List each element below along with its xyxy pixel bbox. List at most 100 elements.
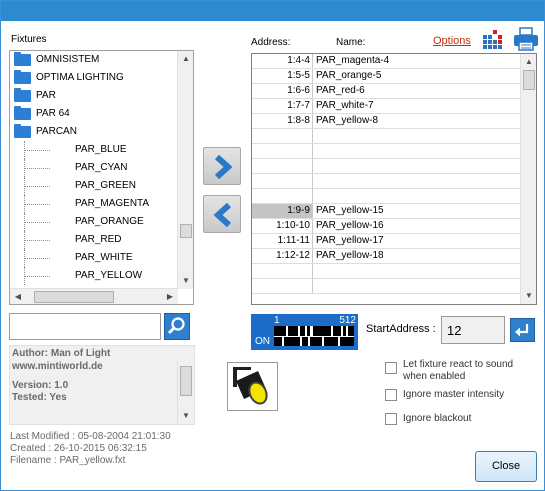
scroll-left-arrow-icon[interactable]: ◀ — [10, 289, 26, 305]
tree-horizontal-scrollbar[interactable]: ◀ ▶ — [10, 288, 178, 304]
scroll-right-arrow-icon[interactable]: ▶ — [162, 289, 178, 305]
address-table-row[interactable]: 1:9-9 PAR_yellow-15 — [252, 204, 520, 219]
start-address-input[interactable] — [441, 316, 505, 344]
address-table-row[interactable]: 1:7-7 PAR_white-7 — [252, 99, 520, 114]
address-cell: 1:4-4 — [252, 54, 313, 68]
tested-text: Tested: Yes — [12, 392, 67, 403]
address-cell: 1:8-8 — [252, 114, 313, 128]
tree-fixture-label: PAR_GREEN — [75, 180, 136, 191]
address-table-row[interactable] — [252, 189, 520, 204]
address-table-row[interactable]: 1:4-4 PAR_magenta-4 — [252, 54, 520, 69]
tree-folder-item[interactable]: PARCAN — [10, 123, 178, 141]
name-cell: PAR_yellow-15 — [316, 205, 384, 216]
address-cell — [252, 279, 313, 293]
scroll-up-arrow-icon[interactable]: ▲ — [178, 51, 194, 67]
dmx-on-label: ON — [255, 336, 270, 347]
scroll-up-arrow-icon[interactable]: ▲ — [521, 54, 537, 70]
dmx-end-label: 512 — [339, 315, 356, 326]
fixture-grid-icon[interactable] — [481, 29, 505, 49]
react-to-sound-checkbox[interactable] — [385, 362, 397, 374]
start-address-label: StartAddress : — [366, 323, 436, 335]
tree-fixture-label: PAR_RED — [75, 234, 122, 245]
tree-horizontal-scroll-thumb[interactable] — [34, 291, 115, 303]
printer-icon[interactable] — [513, 27, 539, 51]
tree-folder-label: PAR — [36, 90, 56, 101]
tree-fixture-item[interactable]: PAR_GREEN — [10, 177, 178, 195]
address-table-row[interactable] — [252, 174, 520, 189]
fixture-tree[interactable]: OMNISISTEM OPTIMA LIGHTING PAR PAR 64 PARCAN… — [9, 50, 194, 305]
address-table-row[interactable]: 1:6-6 PAR_red-6 — [252, 84, 520, 99]
apply-address-button[interactable] — [510, 318, 535, 342]
info-scroll-thumb[interactable] — [180, 366, 192, 396]
name-cell: PAR_white-7 — [316, 100, 374, 111]
name-cell: PAR_red-6 — [316, 85, 365, 96]
name-cell: PAR_magenta-4 — [316, 55, 390, 66]
tree-folder-item[interactable]: OPTIMA LIGHTING — [10, 69, 178, 87]
options-link[interactable]: Options — [433, 35, 471, 47]
tree-folder-label: OMNISISTEM — [36, 54, 100, 65]
dialog-window: Fixtures Address: Name: Options OMNISIST… — [0, 0, 545, 491]
tree-vertical-scroll-thumb[interactable] — [180, 224, 192, 239]
close-button[interactable]: Close — [475, 451, 537, 482]
address-table-row[interactable] — [252, 264, 520, 279]
version-text: Version: 1.0 — [12, 380, 69, 391]
dmx-start-label: 1 — [274, 315, 280, 326]
address-table-row[interactable] — [252, 129, 520, 144]
search-button[interactable] — [164, 313, 190, 340]
tree-fixture-item[interactable]: PAR_CYAN — [10, 159, 178, 177]
created-text: Created : 26-10-2015 06:32:15 — [10, 443, 147, 454]
tree-fixture-item[interactable]: PAR_ORANGE — [10, 213, 178, 231]
react-to-sound-label: Let fixture react to sound when enabled — [403, 359, 514, 382]
address-vertical-scrollbar[interactable]: ▲ ▼ — [520, 54, 536, 304]
tree-fixture-item[interactable]: PAR_BLUE — [10, 141, 178, 159]
address-table-row[interactable]: 1:8-8 PAR_yellow-8 — [252, 114, 520, 129]
chevron-right-icon — [214, 154, 233, 180]
ignore-blackout-checkbox[interactable] — [385, 413, 397, 425]
address-cell: 1:6-6 — [252, 84, 313, 98]
address-table[interactable]: 1:4-4 PAR_magenta-4 1:5-5 PAR_orange-5 1:6-6… — [251, 53, 537, 305]
address-vertical-scroll-thumb[interactable] — [523, 70, 535, 90]
add-fixture-button[interactable] — [203, 147, 241, 185]
tree-fixture-label: PAR_ORANGE — [75, 216, 144, 227]
address-table-row[interactable] — [252, 159, 520, 174]
tree-fixture-item[interactable]: PAR_YELLOW — [10, 267, 178, 285]
address-table-row[interactable] — [252, 279, 520, 294]
folder-icon — [14, 124, 31, 138]
dmx-channel-strip — [274, 326, 354, 346]
tree-fixture-item[interactable]: PAR_WHITE — [10, 249, 178, 267]
address-table-row[interactable]: 1:10-10 PAR_yellow-16 — [252, 219, 520, 234]
address-table-row[interactable]: 1:5-5 PAR_orange-5 — [252, 69, 520, 84]
address-cell — [252, 144, 313, 158]
folder-icon — [14, 70, 31, 84]
address-table-row[interactable] — [252, 144, 520, 159]
address-cell — [252, 129, 313, 143]
tree-folder-label: OPTIMA LIGHTING — [36, 72, 124, 83]
name-cell: PAR_yellow-18 — [316, 250, 384, 261]
folder-icon — [14, 88, 31, 102]
tree-folder-item[interactable]: OMNISISTEM — [10, 51, 178, 69]
tree-fixture-item[interactable]: PAR_MAGENTA — [10, 195, 178, 213]
address-cell — [252, 264, 313, 278]
tree-fixture-item[interactable]: PAR_RED — [10, 231, 178, 249]
title-bar[interactable] — [1, 1, 544, 21]
address-table-row[interactable]: 1:12-12 PAR_yellow-18 — [252, 249, 520, 264]
remove-fixture-button[interactable] — [203, 195, 241, 233]
dmx-address-map[interactable]: 1 512 ON — [251, 314, 358, 350]
tree-fixture-label: PAR_YELLOW — [75, 270, 143, 281]
fixture-tree-list: OMNISISTEM OPTIMA LIGHTING PAR PAR 64 PARCAN… — [10, 51, 178, 287]
scroll-down-arrow-icon[interactable]: ▼ — [178, 273, 194, 289]
scroll-down-arrow-icon[interactable]: ▼ — [521, 288, 537, 304]
fixture-preview — [227, 362, 278, 411]
tree-fixture-label: PAR_BLUE — [75, 144, 127, 155]
tree-vertical-scrollbar[interactable]: ▲ ▼ — [177, 51, 193, 289]
info-vertical-scrollbar[interactable]: ▼ — [177, 362, 193, 424]
name-cell: PAR_yellow-16 — [316, 220, 384, 231]
ignore-master-checkbox[interactable] — [385, 389, 397, 401]
tree-folder-item[interactable]: PAR 64 — [10, 105, 178, 123]
folder-icon — [14, 52, 31, 66]
tree-folder-label: PARCAN — [36, 126, 77, 137]
fixture-search-input[interactable] — [9, 313, 161, 340]
tree-folder-item[interactable]: PAR — [10, 87, 178, 105]
scroll-down-arrow-icon[interactable]: ▼ — [178, 408, 194, 424]
address-table-row[interactable]: 1:11-11 PAR_yellow-17 — [252, 234, 520, 249]
